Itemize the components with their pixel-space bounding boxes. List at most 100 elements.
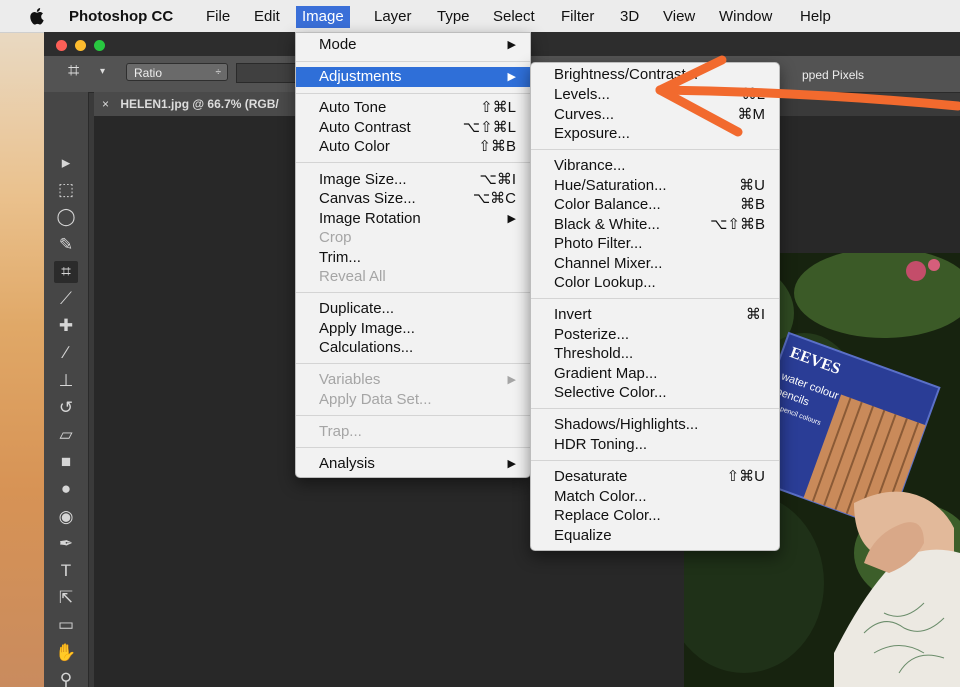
chevron-down-icon[interactable]: ▾ [100, 66, 105, 77]
menu-help[interactable]: Help [800, 7, 831, 27]
move-tool-icon[interactable]: ▸ [54, 152, 78, 174]
menu-item-label: Black & White... [554, 216, 660, 233]
menu-item-label: Trap... [319, 423, 362, 440]
menu-item-label: Photo Filter... [554, 235, 643, 252]
menu-view[interactable]: View [663, 7, 695, 27]
menubar-app-name[interactable]: Photoshop CC [69, 7, 173, 27]
eyedropper-tool-icon[interactable]: ⟋ [54, 288, 78, 310]
path-select-tool-icon[interactable]: ⇱ [54, 587, 78, 609]
adjustments-menu-item[interactable]: Vibrance... [531, 156, 779, 176]
menu-3d[interactable]: 3D [620, 7, 639, 27]
adjustments-menu-item[interactable]: Match Color... [531, 487, 779, 507]
menu-image[interactable]: Image [296, 6, 350, 28]
menu-filter[interactable]: Filter [561, 7, 594, 27]
type-tool-icon[interactable]: T [54, 560, 78, 582]
submenu-arrow-icon: ▶ [507, 458, 516, 470]
adjustments-menu-item[interactable]: Levels... ⌘L [531, 85, 779, 105]
image-menu-item[interactable]: Canvas Size... ⌥⌘C [296, 189, 530, 209]
eraser-tool-icon[interactable]: ▱ [54, 424, 78, 446]
menu-item-label: Color Balance... [554, 196, 661, 213]
image-menu-item[interactable]: Adjustments ▶ [296, 67, 530, 87]
minimize-window-button[interactable] [75, 40, 86, 51]
close-tab-icon[interactable]: × [102, 97, 109, 111]
image-menu-item[interactable]: Calculations... [296, 338, 530, 358]
pen-tool-icon[interactable]: ✒ [54, 533, 78, 555]
adjustments-menu-item[interactable]: Black & White... ⌥⇧⌘B [531, 215, 779, 235]
image-menu-item[interactable]: Apply Image... [296, 319, 530, 339]
menu-item-label: Gradient Map... [554, 365, 658, 382]
healing-brush-tool-icon[interactable]: ✚ [54, 315, 78, 337]
crop-tool-preset-icon[interactable]: ⌗ [68, 60, 79, 83]
menu-item-shortcut: ⌥⌘I [479, 171, 516, 188]
adjustments-menu-item[interactable]: Photo Filter... [531, 234, 779, 254]
menu-file[interactable]: File [206, 7, 230, 27]
image-menu-item[interactable]: Image Rotation ▶ [296, 209, 530, 229]
marquee-tool-icon[interactable]: ⬚ [54, 179, 78, 201]
adjustments-menu-item[interactable]: Hue/Saturation... ⌘U [531, 176, 779, 196]
adjustments-menu-item[interactable]: Invert ⌘I [531, 305, 779, 325]
image-menu-item[interactable]: Mode ▶ [296, 35, 530, 55]
adjustments-menu-item[interactable]: Color Balance... ⌘B [531, 195, 779, 215]
zoom-tool-icon[interactable]: ⚲ [54, 669, 78, 687]
apple-icon[interactable] [30, 6, 46, 26]
menu-item-label: Auto Color [319, 138, 390, 155]
adjustments-menu-item[interactable]: Shadows/Highlights... [531, 415, 779, 435]
menu-separator [531, 460, 779, 461]
delete-cropped-pixels-label[interactable]: pped Pixels [802, 68, 864, 82]
menu-item-label: Equalize [554, 527, 612, 544]
adjustments-menu-item[interactable]: Selective Color... [531, 383, 779, 403]
menu-item-label: Reveal All [319, 268, 386, 285]
menu-edit[interactable]: Edit [254, 7, 280, 27]
adjustments-menu-item[interactable]: Posterize... [531, 325, 779, 345]
zoom-window-button[interactable] [94, 40, 105, 51]
image-menu-item[interactable]: Auto Contrast ⌥⇧⌘L [296, 118, 530, 138]
image-menu-item[interactable]: Trim... [296, 248, 530, 268]
gradient-tool-icon[interactable]: ■ [54, 451, 78, 473]
menu-item-shortcut: ⌥⇧⌘B [710, 216, 765, 233]
adjustments-menu-item[interactable]: HDR Toning... [531, 435, 779, 455]
adjustments-menu-item[interactable]: Exposure... [531, 124, 779, 144]
image-menu-item[interactable]: Auto Tone ⇧⌘L [296, 98, 530, 118]
menu-item-label: Vibrance... [554, 157, 626, 174]
lasso-tool-icon[interactable]: ◯ [54, 206, 78, 228]
quick-select-tool-icon[interactable]: ✎ [54, 234, 78, 256]
menu-separator [296, 292, 530, 293]
adjustments-menu-item[interactable]: Threshold... [531, 344, 779, 364]
brush-tool-icon[interactable]: ∕ [54, 342, 78, 364]
menu-separator [296, 162, 530, 163]
menu-layer[interactable]: Layer [374, 7, 412, 27]
adjustments-submenu: Brightness/Contrast... Levels... ⌘L Curves.… [530, 62, 780, 551]
dodge-tool-icon[interactable]: ◉ [54, 506, 78, 528]
hand-tool-icon[interactable]: ✋ [54, 642, 78, 664]
menu-item-label: HDR Toning... [554, 436, 648, 453]
image-menu-item[interactable]: Image Size... ⌥⌘I [296, 170, 530, 190]
history-brush-tool-icon[interactable]: ↺ [54, 397, 78, 419]
adjustments-menu-item[interactable]: Equalize [531, 526, 779, 546]
menu-select[interactable]: Select [493, 7, 535, 27]
shape-tool-icon[interactable]: ▭ [54, 614, 78, 636]
clone-stamp-tool-icon[interactable]: ⊥ [54, 370, 78, 392]
menu-window[interactable]: Window [719, 7, 772, 27]
crop-tool-icon[interactable]: ⌗ [54, 260, 78, 283]
menu-item-label: Apply Data Set... [319, 391, 432, 408]
adjustments-menu-item[interactable]: Color Lookup... [531, 273, 779, 293]
menu-item-label: Shadows/Highlights... [554, 416, 699, 433]
image-menu-item[interactable]: Analysis ▶ [296, 454, 530, 474]
menu-item-label: Adjustments [319, 68, 402, 85]
adjustments-menu-item[interactable]: Brightness/Contrast... [531, 65, 779, 85]
adjustments-menu-item[interactable]: Replace Color... [531, 506, 779, 526]
adjustments-menu-item[interactable]: Curves... ⌘M [531, 105, 779, 125]
close-window-button[interactable] [56, 40, 67, 51]
ratio-select[interactable]: Ratio ÷ [126, 63, 228, 81]
menu-item-label: Image Size... [319, 171, 407, 188]
ratio-select-value: Ratio [134, 66, 163, 80]
image-menu-item[interactable]: Duplicate... [296, 299, 530, 319]
blur-tool-icon[interactable]: ● [54, 478, 78, 500]
adjustments-menu-item[interactable]: Gradient Map... [531, 364, 779, 384]
adjustments-menu-item[interactable]: Channel Mixer... [531, 254, 779, 274]
image-menu-item[interactable]: Auto Color ⇧⌘B [296, 137, 530, 157]
adjustments-menu-item[interactable]: Desaturate ⇧⌘U [531, 467, 779, 487]
menu-type[interactable]: Type [437, 7, 470, 27]
menu-item-label: Invert [554, 306, 592, 323]
tools-panel: ▸⬚◯✎⌗⟋✚∕⊥↺▱■●◉✒T⇱▭✋⚲⇄ [44, 92, 89, 687]
